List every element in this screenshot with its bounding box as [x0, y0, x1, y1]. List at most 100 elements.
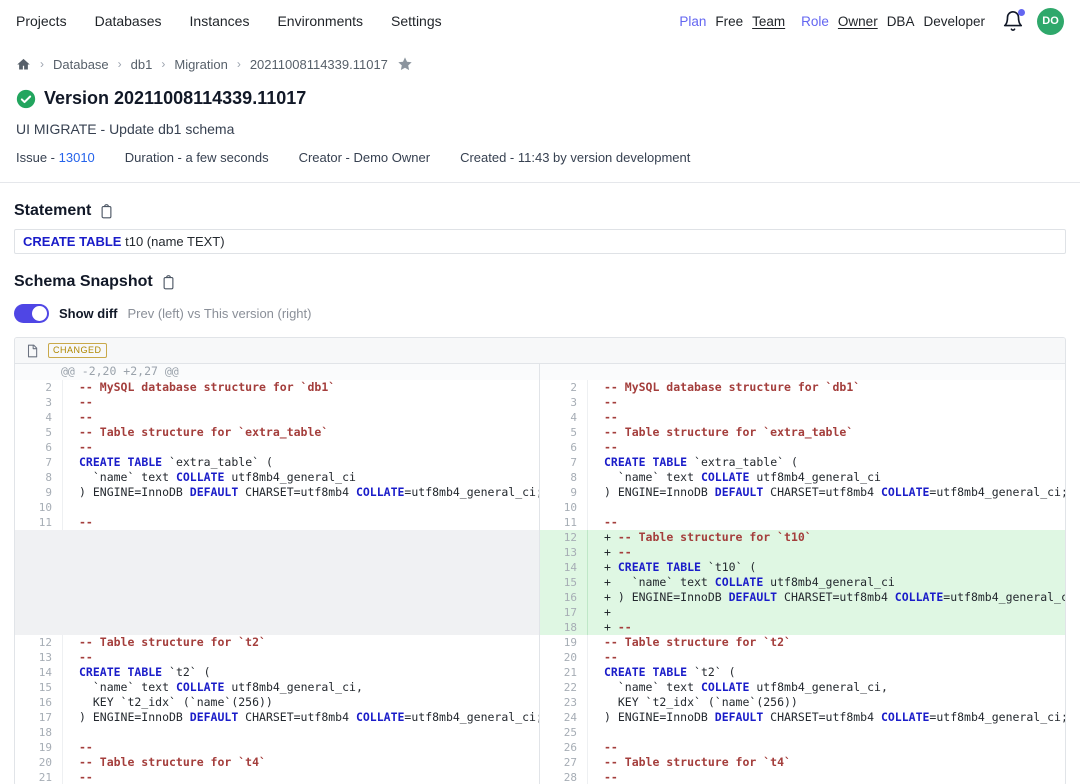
notification-dot — [1018, 9, 1025, 16]
code-text: + `name` text COLLATE utf8mb4_general_ci — [588, 575, 1065, 590]
diff-context-line: 28-- — [540, 770, 1065, 784]
code-text — [63, 500, 539, 515]
breadcrumb-item[interactable]: Migration — [174, 57, 227, 72]
code-text: -- — [63, 770, 539, 784]
code-text: -- — [588, 770, 1065, 784]
line-number: 15 — [15, 680, 63, 695]
meta-row: Issue - 13010 Duration - a few seconds C… — [0, 150, 1080, 165]
code-text: -- — [63, 440, 539, 455]
diff-context-line: 6-- — [15, 440, 539, 455]
diff-context-line: 4-- — [540, 410, 1065, 425]
show-diff-hint: Prev (left) vs This version (right) — [128, 306, 312, 321]
diff-context-line: 10 — [540, 500, 1065, 515]
diff-context-line: 21CREATE TABLE `t2` ( — [540, 665, 1065, 680]
copy-statement-icon[interactable] — [99, 204, 114, 219]
code-text: CREATE TABLE `extra_table` ( — [588, 455, 1065, 470]
code-text: -- MySQL database structure for `db1` — [588, 380, 1065, 395]
diff-context-line: 16 KEY `t2_idx` (`name`(256)) — [15, 695, 539, 710]
diff-added-line: 18+ -- — [540, 620, 1065, 635]
plan-label[interactable]: Plan — [679, 14, 706, 29]
line-number: 12 — [15, 635, 63, 650]
diff-added-line: 16+ ) ENGINE=InnoDB DEFAULT CHARSET=utf8… — [540, 590, 1065, 605]
home-icon[interactable] — [16, 57, 31, 72]
diff-context-line: 24) ENGINE=InnoDB DEFAULT CHARSET=utf8mb… — [540, 710, 1065, 725]
show-diff-toggle[interactable] — [14, 304, 49, 323]
diff-context-line: 13-- — [15, 650, 539, 665]
line-number: 13 — [15, 650, 63, 665]
plan-value: Free — [715, 14, 743, 29]
line-number: 15 — [540, 575, 588, 590]
line-number: 14 — [15, 665, 63, 680]
nav-item-databases[interactable]: Databases — [95, 13, 162, 29]
changed-status-badge: CHANGED — [48, 343, 107, 358]
breadcrumb-item[interactable]: 20211008114339.11017 — [250, 57, 388, 72]
code-text: -- — [588, 410, 1065, 425]
diff-context-line: 26-- — [540, 740, 1065, 755]
line-number: 7 — [540, 455, 588, 470]
line-number: 14 — [540, 560, 588, 575]
breadcrumb-separator: › — [161, 57, 165, 71]
code-text: + -- — [588, 545, 1065, 560]
show-diff-label: Show diff — [59, 306, 118, 321]
notification-bell-icon[interactable] — [1002, 10, 1024, 32]
diff-context-line: 6-- — [540, 440, 1065, 455]
toggle-knob — [32, 306, 47, 321]
diff-context-line: 20-- — [540, 650, 1065, 665]
copy-snapshot-icon[interactable] — [161, 275, 176, 290]
diff-context-line: 14CREATE TABLE `t2` ( — [15, 665, 539, 680]
role-developer[interactable]: Developer — [923, 14, 985, 29]
diff-context-line: 23 KEY `t2_idx` (`name`(256)) — [540, 695, 1065, 710]
diff-added-line: 15+ `name` text COLLATE utf8mb4_general_… — [540, 575, 1065, 590]
nav-item-projects[interactable]: Projects — [16, 13, 67, 29]
issue-link[interactable]: 13010 — [59, 150, 95, 165]
meta-created: Created - 11:43 by version development — [460, 150, 690, 165]
code-text: + -- Table structure for `t10` — [588, 530, 1065, 545]
snapshot-heading-row: Schema Snapshot — [14, 273, 1066, 291]
diff-context-line: 19-- Table structure for `t2` — [540, 635, 1065, 650]
nav-right: Plan Free Team Role Owner DBA Developer … — [679, 8, 1064, 35]
diff-context-line: 7CREATE TABLE `extra_table` ( — [15, 455, 539, 470]
line-number: 20 — [15, 755, 63, 770]
snapshot-heading: Schema Snapshot — [14, 273, 153, 291]
code-text: `name` text COLLATE utf8mb4_general_ci, — [63, 680, 539, 695]
role-dba[interactable]: DBA — [887, 14, 915, 29]
line-number: 27 — [540, 755, 588, 770]
code-text: -- Table structure for `t4` — [63, 755, 539, 770]
line-number: 13 — [540, 545, 588, 560]
diff-context-line: 2-- MySQL database structure for `db1` — [15, 380, 539, 395]
code-text: -- — [588, 650, 1065, 665]
code-text: + ) ENGINE=InnoDB DEFAULT CHARSET=utf8mb… — [588, 590, 1065, 605]
breadcrumb-item[interactable]: Database — [53, 57, 109, 72]
code-text: -- — [63, 395, 539, 410]
diff-context-line: 12-- Table structure for `t2` — [15, 635, 539, 650]
nav-item-settings[interactable]: Settings — [391, 13, 442, 29]
user-avatar[interactable]: DO — [1037, 8, 1064, 35]
diff-context-line: 3-- — [15, 395, 539, 410]
code-text: + CREATE TABLE `t10` ( — [588, 560, 1065, 575]
role-owner[interactable]: Owner — [838, 14, 878, 29]
issue-label: Issue - — [16, 150, 59, 165]
code-text: KEY `t2_idx` (`name`(256)) — [63, 695, 539, 710]
line-number: 19 — [540, 635, 588, 650]
code-text: -- Table structure for `t2` — [63, 635, 539, 650]
diff-body: @@ -2,20 +2,27 @@2-- MySQL database stru… — [15, 364, 1065, 784]
file-icon — [25, 344, 39, 358]
breadcrumb-separator: › — [40, 57, 44, 71]
diff-placeholder-line — [15, 560, 539, 575]
diff-context-line: 5-- Table structure for `extra_table` — [15, 425, 539, 440]
diff-placeholder-line — [15, 545, 539, 560]
code-text: -- Table structure for `extra_table` — [588, 425, 1065, 440]
show-diff-toggle-row: Show diff Prev (left) vs This version (r… — [14, 304, 1066, 323]
favorite-star-icon[interactable] — [397, 56, 413, 72]
diff-context-line: 27-- Table structure for `t4` — [540, 755, 1065, 770]
diff-placeholder-line — [15, 605, 539, 620]
diff-context-line: 18 — [15, 725, 539, 740]
code-text — [63, 725, 539, 740]
nav-item-instances[interactable]: Instances — [190, 13, 250, 29]
nav-item-environments[interactable]: Environments — [277, 13, 363, 29]
plan-upgrade-link[interactable]: Team — [752, 14, 785, 29]
diff-hunk-header — [540, 364, 1065, 380]
role-label[interactable]: Role — [801, 14, 829, 29]
breadcrumb-item[interactable]: db1 — [131, 57, 153, 72]
diff-pane-left: @@ -2,20 +2,27 @@2-- MySQL database stru… — [15, 364, 540, 784]
